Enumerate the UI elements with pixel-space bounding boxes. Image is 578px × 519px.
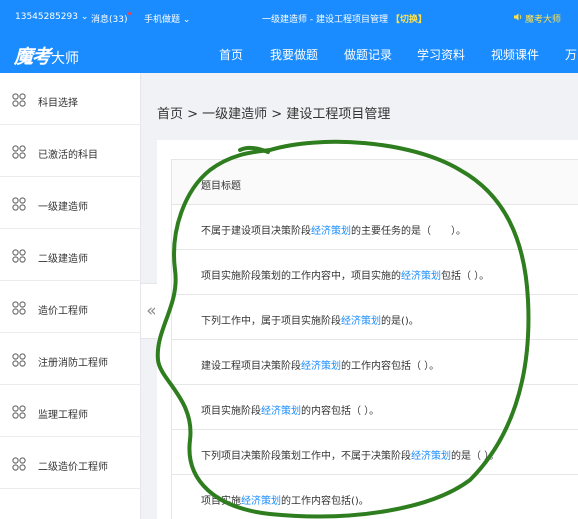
- question-title[interactable]: 下列工作中，属于项目实施阶段经济策划的是()。: [201, 312, 419, 327]
- announcement-text[interactable]: 魔考大师: [525, 12, 561, 25]
- question-title[interactable]: 建设工程项目决策阶段经济策划的工作内容包括（ ）。: [201, 357, 439, 372]
- question-text: 包括（ ）。: [441, 271, 490, 282]
- table-row[interactable]: 下列项目决策阶段策划工作中，不属于决策阶段经济策划的是（ ）。: [172, 430, 578, 475]
- double-chevron-left-icon: «: [146, 301, 157, 321]
- question-title[interactable]: 项目实施阶段策划的工作内容中，项目实施的经济策划包括（ ）。: [201, 267, 489, 282]
- question-text: 下列工作中，属于项目实施阶段: [201, 316, 341, 327]
- sidebar: 科目选择 已激活的科目 一级建造师 二级建造师 造价工程师 注册消防工程师 监理…: [0, 73, 141, 519]
- speaker-icon: [514, 13, 522, 21]
- sidebar-item-second-class-constructor[interactable]: 二级建造师: [0, 229, 141, 281]
- question-title[interactable]: 项目实施经济策划的工作内容包括()。: [201, 492, 369, 507]
- sidebar-item-fire-engineer[interactable]: 注册消防工程师: [0, 333, 141, 385]
- four-circles-icon: [12, 301, 26, 315]
- nav-history[interactable]: 做题记录: [344, 46, 392, 63]
- four-circles-icon: [12, 457, 26, 471]
- sidebar-item-supervision-engineer[interactable]: 监理工程师: [0, 385, 141, 437]
- sidebar-item-cost-engineer[interactable]: 造价工程师: [0, 281, 141, 333]
- sidebar-item-label: 已激活的科目: [38, 150, 98, 161]
- question-text: 的工作内容包括()。: [281, 496, 369, 507]
- keyword-link[interactable]: 经济策划: [401, 271, 441, 282]
- table-row[interactable]: 建设工程项目决策阶段经济策划的工作内容包括（ ）。: [172, 340, 578, 385]
- sidebar-item-subject-select[interactable]: 科目选择: [0, 73, 141, 125]
- current-subject: 一级建造师 - 建设工程项目管理 【切换】: [262, 12, 427, 25]
- question-text: 建设工程项目决策阶段: [201, 361, 301, 372]
- question-text: 的是（ ）。: [451, 451, 500, 462]
- keyword-link[interactable]: 经济策划: [261, 406, 301, 417]
- four-circles-icon: [12, 405, 26, 419]
- sidebar-item-label: 科目选择: [38, 98, 78, 109]
- keyword-link[interactable]: 经济策划: [311, 226, 351, 237]
- four-circles-icon: [12, 249, 26, 263]
- keyword-link[interactable]: 经济策划: [411, 451, 451, 462]
- question-text: 不属于建设项目决策阶段: [201, 226, 311, 237]
- keyword-link[interactable]: 经济策划: [241, 496, 281, 507]
- question-table: 题目标题 不属于建设项目决策阶段经济策划的主要任务的是（ ）。 项目实施阶段策划…: [171, 159, 578, 519]
- sidebar-item-label: 二级建造师: [38, 254, 88, 265]
- table-row[interactable]: 项目实施阶段策划的工作内容中，项目实施的经济策划包括（ ）。: [172, 250, 578, 295]
- nav-practice[interactable]: 我要做题: [270, 46, 318, 63]
- breadcrumb: 首页 > 一级建造师 > 建设工程项目管理: [157, 107, 391, 122]
- question-text: 项目实施阶段: [201, 406, 261, 417]
- table-row[interactable]: 项目实施阶段经济策划的内容包括（ ）。: [172, 385, 578, 430]
- site-logo[interactable]: 魔考大师: [14, 42, 79, 69]
- sidebar-item-label: 二级造价工程师: [38, 462, 108, 473]
- sidebar-item-second-class-cost-engineer[interactable]: 二级造价工程师: [0, 437, 141, 489]
- question-text: 的内容包括（ ）。: [301, 406, 380, 417]
- sidebar-item-label: 监理工程师: [38, 410, 88, 421]
- nav-videos[interactable]: 视频课件: [491, 46, 539, 63]
- sidebar-item-label: 注册消防工程师: [38, 358, 108, 369]
- keyword-link[interactable]: 经济策划: [301, 361, 341, 372]
- question-title[interactable]: 下列项目决策阶段策划工作中，不属于决策阶段经济策划的是（ ）。: [201, 447, 499, 462]
- table-row[interactable]: 项目实施经济策划的工作内容包括()。: [172, 475, 578, 519]
- four-circles-icon: [12, 93, 26, 107]
- four-circles-icon: [12, 353, 26, 367]
- top-bar: 13545285293 ⌄ 消息(33) 手机做题 ⌄ 一级建造师 - 建设工程…: [0, 0, 578, 34]
- account-phone[interactable]: 13545285293 ⌄: [15, 12, 88, 22]
- question-title[interactable]: 不属于建设项目决策阶段经济策划的主要任务的是（ ）。: [201, 222, 466, 237]
- logo-brand: 魔考: [14, 46, 51, 68]
- four-circles-icon: [12, 145, 26, 159]
- column-header-title: 题目标题: [201, 181, 241, 192]
- nav-more[interactable]: 万: [565, 46, 577, 63]
- messages-link[interactable]: 消息(33): [91, 12, 127, 25]
- nav-home[interactable]: 首页: [219, 46, 243, 63]
- question-text: 的工作内容包括（ ）。: [341, 361, 440, 372]
- table-row[interactable]: 下列工作中，属于项目实施阶段经济策划的是()。: [172, 295, 578, 340]
- mobile-practice-dropdown[interactable]: 手机做题 ⌄: [144, 12, 190, 25]
- question-title[interactable]: 项目实施阶段经济策划的内容包括（ ）。: [201, 402, 379, 417]
- logo-suffix: 大师: [51, 51, 80, 67]
- question-text: 项目实施阶段策划的工作内容中，项目实施的: [201, 271, 401, 282]
- sidebar-item-label: 造价工程师: [38, 306, 88, 317]
- question-text: 下列项目决策阶段策划工作中，不属于决策阶段: [201, 451, 411, 462]
- sidebar-item-first-class-constructor[interactable]: 一级建造师: [0, 177, 141, 229]
- question-text: 的是()。: [381, 316, 419, 327]
- switch-subject-link[interactable]: 【切换】: [391, 15, 427, 25]
- question-text: 项目实施: [201, 496, 241, 507]
- four-circles-icon: [12, 197, 26, 211]
- keyword-link[interactable]: 经济策划: [341, 316, 381, 327]
- main-nav: 魔考大师 首页 我要做题 做题记录 学习资料 视频课件 万: [0, 34, 578, 73]
- table-header: 题目标题: [172, 160, 578, 205]
- sidebar-item-label: 一级建造师: [38, 202, 88, 213]
- question-text: 的主要任务的是（ ）。: [351, 226, 466, 237]
- nav-materials[interactable]: 学习资料: [417, 46, 465, 63]
- message-dot-indicator: [128, 12, 131, 15]
- current-subject-name: 一级建造师 - 建设工程项目管理: [262, 15, 388, 25]
- question-panel: 题目标题 不属于建设项目决策阶段经济策划的主要任务的是（ ）。 项目实施阶段策划…: [157, 140, 578, 519]
- table-row[interactable]: 不属于建设项目决策阶段经济策划的主要任务的是（ ）。: [172, 205, 578, 250]
- sidebar-item-activated[interactable]: 已激活的科目: [0, 125, 141, 177]
